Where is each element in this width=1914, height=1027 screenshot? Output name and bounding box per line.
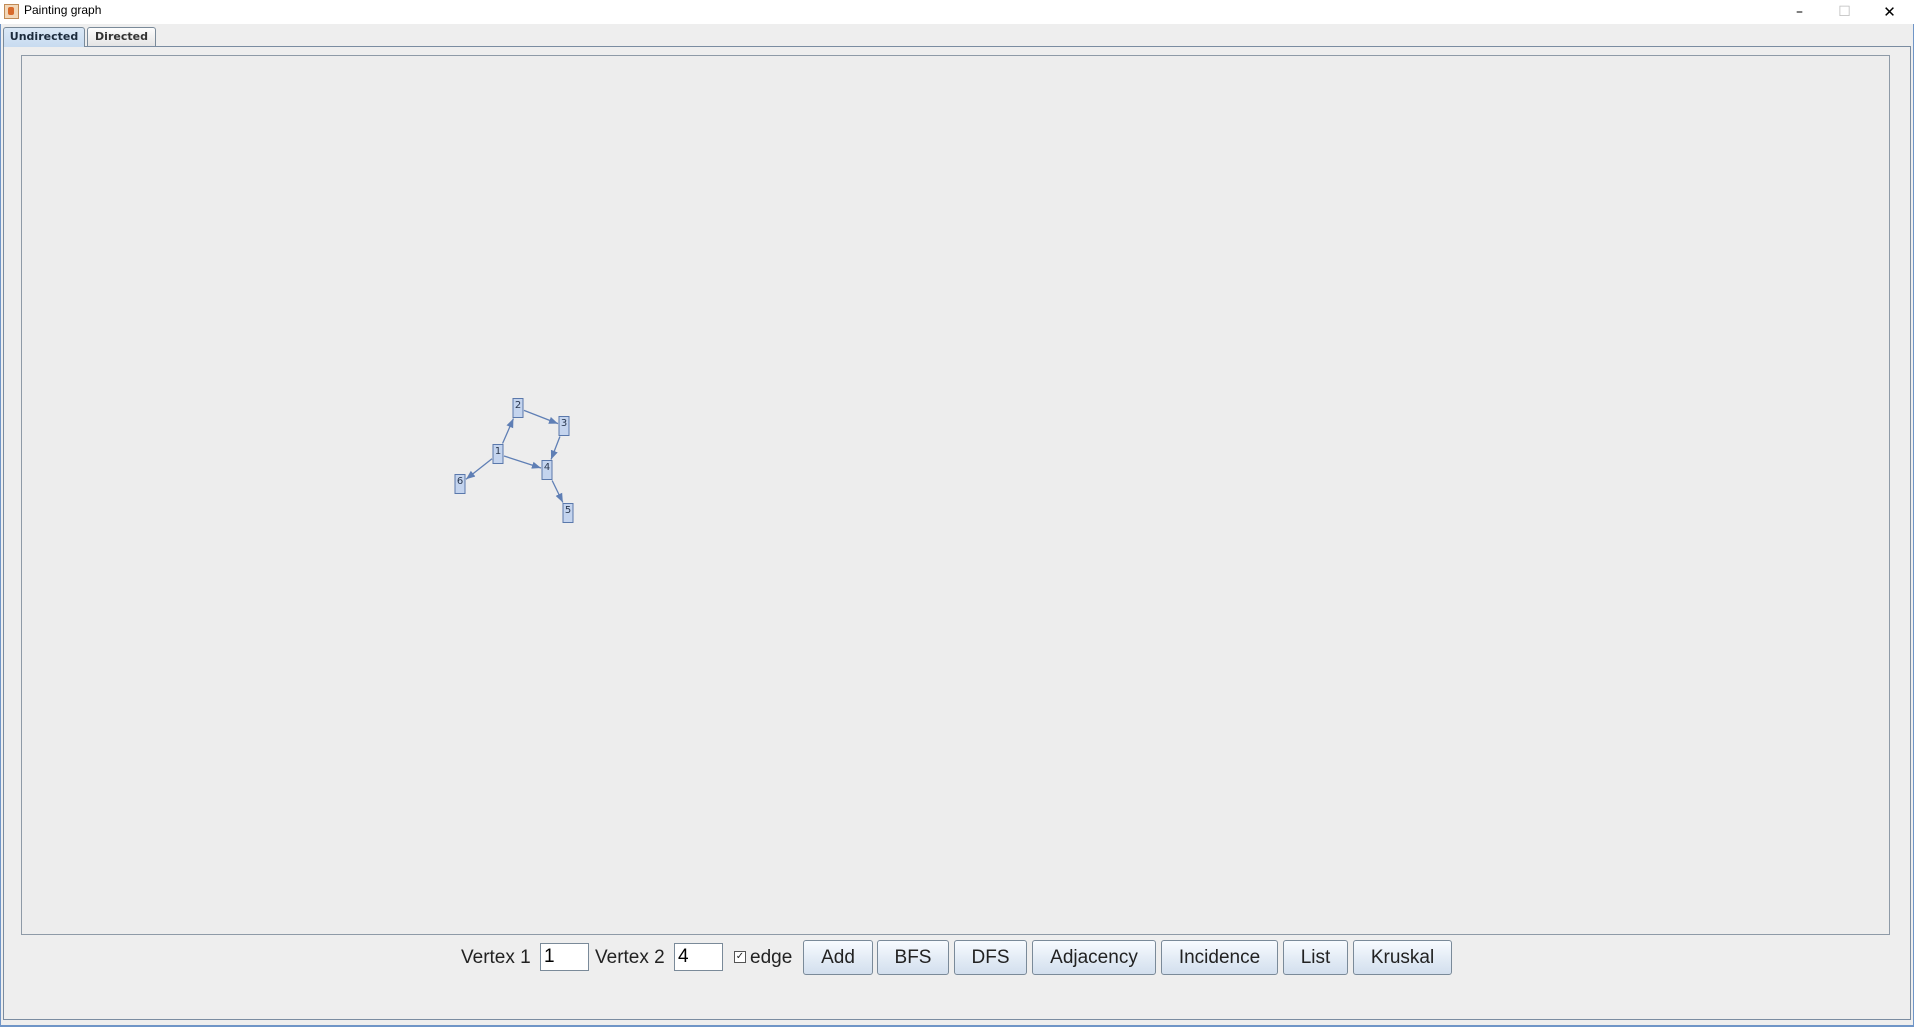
adjacency-button[interactable]: Adjacency [1032, 940, 1156, 975]
vertex-label: 1 [495, 446, 501, 457]
graph-vertex-3[interactable]: 3 [558, 416, 570, 436]
close-icon[interactable]: ✕ [1867, 0, 1912, 24]
vertex-label: 4 [544, 462, 550, 473]
edge-checkbox[interactable]: ✓ [734, 951, 746, 963]
graph-vertex-1[interactable]: 1 [492, 444, 504, 464]
graph-edge-1-6 [465, 458, 493, 480]
vertex-label: 3 [561, 418, 567, 429]
graph-canvas[interactable]: 1 2 3 4 5 6 [21, 55, 1890, 935]
incidence-button[interactable]: Incidence [1161, 940, 1278, 975]
graph-edge-3-4 [550, 436, 561, 460]
title-bar: Painting graph – ☐ ✕ [0, 0, 1914, 24]
window-title: Painting graph [24, 3, 102, 17]
vertex-label: 5 [565, 505, 571, 516]
bfs-button[interactable]: BFS [877, 940, 949, 975]
vertex2-label: Vertex 2 [595, 947, 665, 968]
add-button[interactable]: Add [803, 940, 873, 975]
edge-label: edge [750, 947, 793, 968]
graph-edge-1-2 [501, 418, 515, 444]
java-app-icon [4, 4, 19, 19]
tab-undirected[interactable]: Undirected [3, 27, 85, 47]
minimize-icon[interactable]: – [1777, 0, 1822, 24]
list-button[interactable]: List [1283, 940, 1348, 975]
graph-edge-1-4 [503, 455, 542, 469]
graph-vertex-6[interactable]: 6 [454, 474, 466, 494]
graph-vertex-5[interactable]: 5 [562, 503, 574, 523]
vertex1-input[interactable]: 1 [540, 943, 589, 971]
dfs-button[interactable]: DFS [954, 940, 1027, 975]
vertex2-input[interactable]: 4 [674, 943, 723, 971]
vertex-label: 2 [515, 400, 521, 411]
graph-vertex-2[interactable]: 2 [512, 398, 524, 418]
graph-drawing: 1 2 3 4 5 6 [454, 398, 574, 523]
kruskal-button[interactable]: Kruskal [1353, 940, 1452, 975]
tab-directed[interactable]: Directed [87, 27, 156, 46]
graph-vertex-4[interactable]: 4 [541, 460, 553, 480]
graph-edge-4-5 [551, 480, 564, 503]
maximize-icon[interactable]: ☐ [1822, 0, 1867, 24]
control-bar: Vertex 1 1 Vertex 2 4 ✓ edge Add BFS DFS… [0, 940, 1914, 975]
graph-edge-2-3 [523, 409, 559, 425]
vertex-label: 6 [457, 476, 463, 487]
vertex1-label: Vertex 1 [461, 947, 531, 968]
